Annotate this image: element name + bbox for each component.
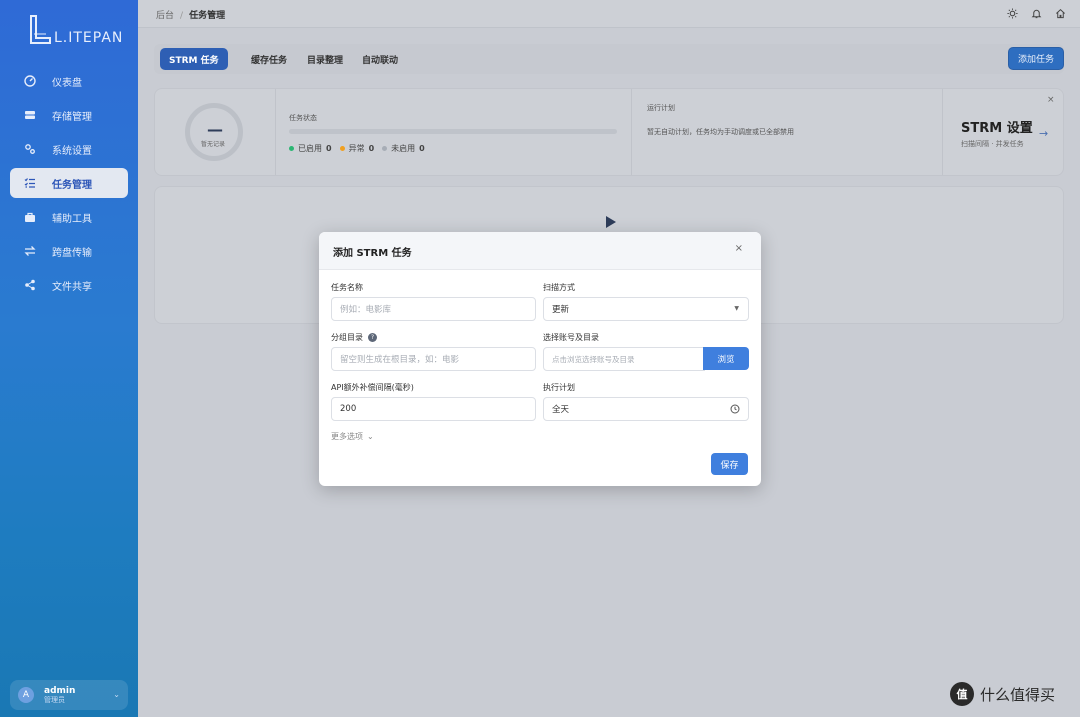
legend-enabled: 已启用 0 bbox=[289, 143, 332, 154]
schedule-label: 执行计划 bbox=[543, 383, 575, 392]
sidebar-item-dashboard[interactable]: 仪表盘 bbox=[10, 66, 128, 96]
topbar-actions bbox=[1006, 7, 1066, 19]
bell-icon[interactable] bbox=[1030, 7, 1042, 19]
breadcrumb-root[interactable]: 后台 bbox=[156, 11, 174, 21]
chevron-down-icon: ⌄ bbox=[113, 690, 120, 699]
account-dir-input[interactable]: 点击浏览选择账号及目录 bbox=[543, 347, 705, 371]
browse-button[interactable]: 浏览 bbox=[703, 347, 749, 370]
scan-mode-select[interactable]: 更新 ▼ bbox=[543, 297, 749, 321]
user-role: 管理员 bbox=[44, 695, 65, 704]
transfer-icon bbox=[24, 245, 36, 257]
add-task-button[interactable]: 添加任务 bbox=[1008, 47, 1064, 70]
logo-text: L.ITEPAN bbox=[54, 30, 124, 46]
schedule-select[interactable]: 全天 bbox=[543, 397, 749, 421]
sidebar: L.ITEPAN 仪表盘 存储管理 系统设置 任务管理 辅助工具 跨盘传输 文件… bbox=[0, 0, 138, 717]
user-name: admin bbox=[44, 685, 76, 696]
save-button[interactable]: 保存 bbox=[711, 453, 748, 475]
logo-mark-icon bbox=[30, 15, 51, 44]
sidebar-item-tasks[interactable]: 任务管理 bbox=[10, 168, 128, 198]
tab-organize[interactable]: 目录整理 bbox=[298, 48, 352, 70]
sidebar-item-share[interactable]: 文件共享 bbox=[10, 270, 128, 300]
tab-auto-link[interactable]: 自动联动 bbox=[353, 48, 407, 70]
chevron-down-icon: ⌄ bbox=[367, 432, 374, 441]
status-title: 任务状态 bbox=[289, 114, 317, 122]
task-tabs: STRM 任务 缓存任务 目录整理 自动联动 添加任务 bbox=[154, 44, 1064, 74]
strm-settings-title[interactable]: STRM 设置 bbox=[961, 117, 1033, 136]
watermark: 值 什么值得买 bbox=[950, 682, 1055, 706]
divider bbox=[631, 89, 632, 175]
watermark-logo: 值 bbox=[950, 682, 974, 706]
sidebar-item-label: 文件共享 bbox=[52, 281, 92, 293]
avatar: A bbox=[18, 687, 34, 703]
group-dir-input[interactable]: 留空则生成在根目录，如：电影 bbox=[331, 347, 536, 371]
sidebar-item-label: 系统设置 bbox=[52, 145, 92, 157]
caret-down-icon: ▼ bbox=[734, 305, 739, 312]
status-progress-bar bbox=[289, 129, 617, 134]
ring-value: — bbox=[207, 120, 223, 139]
sidebar-item-settings[interactable]: 系统设置 bbox=[10, 134, 128, 164]
ring-subtitle: 暂无记录 bbox=[201, 141, 226, 148]
app-logo: L.ITEPAN bbox=[28, 14, 122, 50]
play-icon bbox=[606, 216, 616, 228]
account-dir-label: 选择账号及目录 bbox=[543, 333, 599, 342]
tab-cache[interactable]: 缓存任务 bbox=[242, 48, 296, 70]
home-icon[interactable] bbox=[1054, 7, 1066, 19]
task-name-label: 任务名称 bbox=[331, 283, 363, 292]
task-name-input[interactable]: 例如：电影库 bbox=[331, 297, 536, 321]
sidebar-item-storage[interactable]: 存储管理 bbox=[10, 100, 128, 130]
legend-error: 异常 0 bbox=[339, 143, 374, 154]
breadcrumb-current: 任务管理 bbox=[189, 11, 226, 21]
more-options-toggle[interactable]: 更多选项 ⌄ bbox=[331, 431, 374, 442]
divider bbox=[942, 89, 943, 175]
scan-mode-label: 扫描方式 bbox=[543, 283, 575, 292]
topbar: 后台 / 任务管理 bbox=[138, 0, 1080, 28]
sidebar-item-label: 辅助工具 bbox=[52, 213, 92, 225]
stats-panel: — 暂无记录 任务状态 已启用 0 异常 0 未启用 0 运行计划 暂无自动计划，任务… bbox=[154, 88, 1064, 176]
tab-strm[interactable]: STRM 任务 bbox=[160, 48, 228, 70]
legend-disabled: 未启用 0 bbox=[382, 143, 425, 154]
sidebar-item-label: 仪表盘 bbox=[52, 77, 82, 89]
sidebar-item-transfer[interactable]: 跨盘传输 bbox=[10, 236, 128, 266]
toolbox-icon bbox=[24, 211, 36, 223]
plan-text: 暂无自动计划，任务均为手动调度或已全部禁用 bbox=[647, 128, 794, 136]
breadcrumb: 后台 / 任务管理 bbox=[156, 11, 226, 21]
api-interval-input[interactable]: 200 bbox=[331, 397, 536, 421]
arrow-right-icon[interactable]: → bbox=[1039, 127, 1048, 140]
sun-icon[interactable] bbox=[1006, 7, 1018, 19]
dialog-header: 添加 STRM 任务 × bbox=[319, 232, 761, 270]
add-strm-task-dialog: 添加 STRM 任务 × 任务名称 例如：电影库 扫描方式 更新 ▼ 分组目录?… bbox=[319, 232, 761, 486]
close-icon[interactable]: × bbox=[735, 243, 743, 254]
clock-icon bbox=[730, 404, 740, 417]
close-icon[interactable]: × bbox=[1047, 95, 1055, 105]
watermark-text: 什么值得买 bbox=[980, 685, 1056, 704]
sidebar-item-label: 存储管理 bbox=[52, 111, 92, 123]
settings-icon bbox=[24, 143, 36, 155]
storage-icon bbox=[24, 109, 36, 121]
group-dir-label: 分组目录? bbox=[331, 332, 377, 343]
share-icon bbox=[24, 279, 36, 291]
dashboard-icon bbox=[24, 75, 36, 87]
strm-settings-subtitle: 扫描间隔 · 并发任务 bbox=[961, 140, 1024, 148]
plan-title: 运行计划 bbox=[647, 104, 675, 112]
sidebar-item-label: 任务管理 bbox=[52, 179, 92, 191]
help-icon[interactable]: ? bbox=[368, 333, 377, 342]
sidebar-nav: 仪表盘 存储管理 系统设置 任务管理 辅助工具 跨盘传输 文件共享 bbox=[10, 66, 128, 304]
dialog-title: 添加 STRM 任务 bbox=[333, 248, 412, 259]
api-interval-label: API额外补偿间隔(毫秒) bbox=[331, 383, 414, 392]
sidebar-item-tools[interactable]: 辅助工具 bbox=[10, 202, 128, 232]
task-list-icon bbox=[24, 177, 36, 189]
user-menu[interactable]: A admin 管理员 ⌄ bbox=[10, 680, 128, 710]
sidebar-item-label: 跨盘传输 bbox=[52, 247, 92, 259]
divider bbox=[275, 89, 276, 175]
status-legend: 已启用 0 异常 0 未启用 0 bbox=[289, 143, 425, 154]
